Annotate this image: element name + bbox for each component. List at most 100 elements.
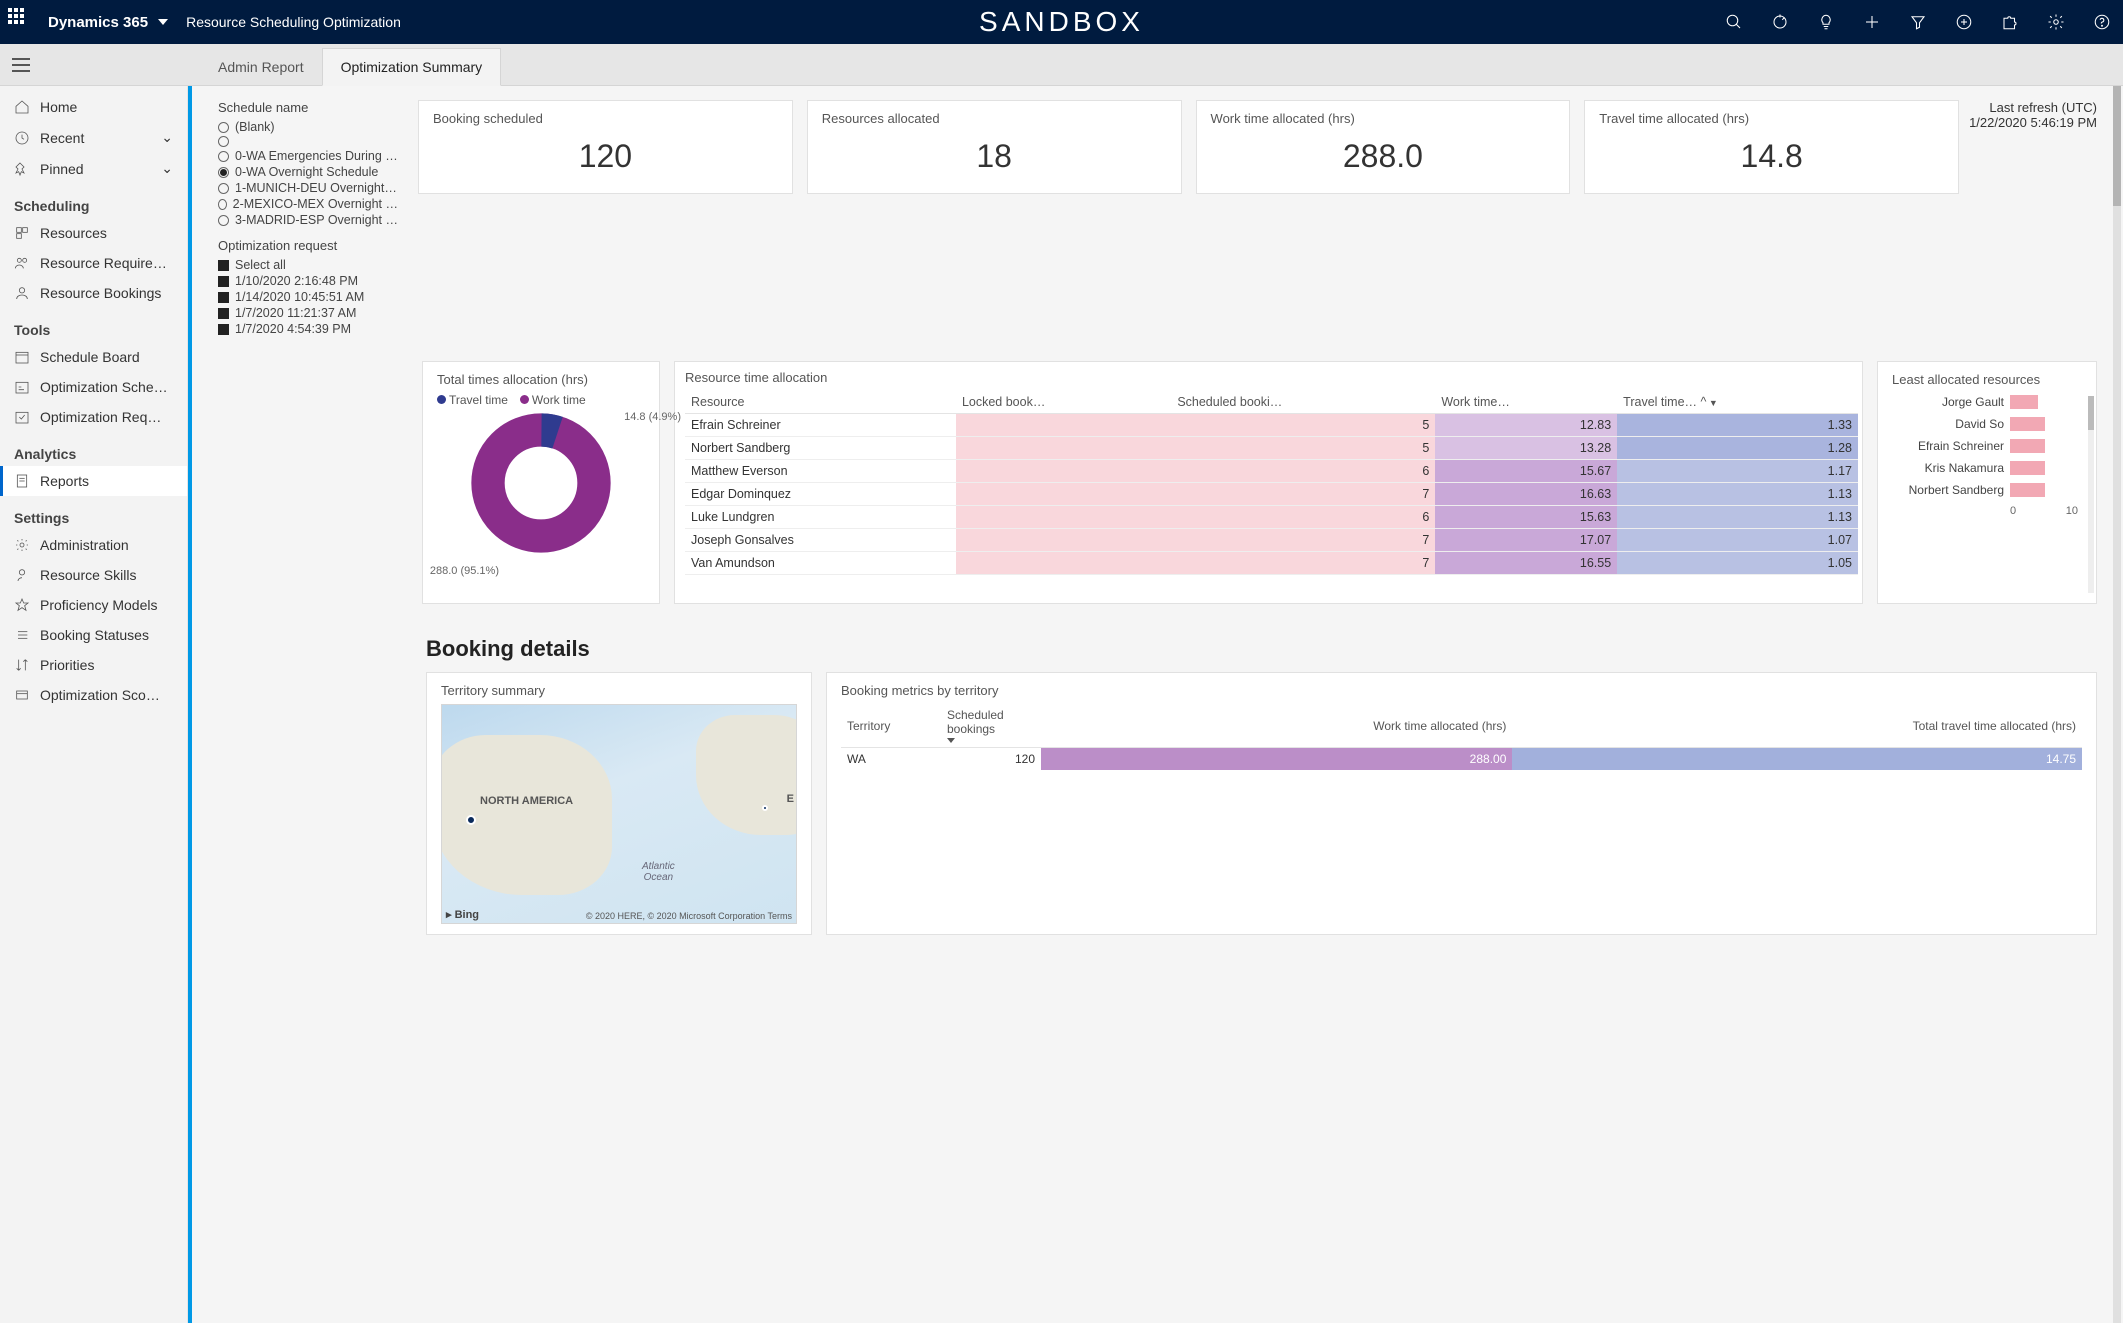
col-scheduled[interactable]: Scheduled booki… bbox=[1171, 391, 1435, 414]
kpi-work-time: Work time allocated (hrs) 288.0 bbox=[1196, 100, 1571, 194]
option-label: (Blank) bbox=[235, 120, 275, 134]
cell-locked bbox=[956, 460, 1171, 483]
donut-callout-work: 288.0 (95.1%) bbox=[419, 565, 499, 577]
cell-resource: Van Amundson bbox=[685, 552, 956, 575]
tab-admin-report[interactable]: Admin Report bbox=[200, 49, 322, 85]
sidebar-item-label: Reports bbox=[40, 473, 89, 489]
schedule-filter-option[interactable]: (Blank) bbox=[218, 119, 398, 135]
sidebar-toggle[interactable] bbox=[12, 44, 30, 86]
table-row[interactable]: Efrain Schreiner512.831.33 bbox=[685, 414, 1858, 437]
plus-circle-icon[interactable] bbox=[1955, 13, 1973, 31]
tab-optimization-summary[interactable]: Optimization Summary bbox=[322, 48, 502, 86]
target-icon[interactable] bbox=[1771, 13, 1789, 31]
search-icon[interactable] bbox=[1725, 13, 1743, 31]
brand-label[interactable]: Dynamics 365 bbox=[48, 14, 148, 31]
sidebar-item-administration[interactable]: Administration bbox=[0, 530, 187, 560]
filter-icon[interactable] bbox=[1909, 13, 1927, 31]
checkbox-icon bbox=[218, 324, 229, 335]
schedule-filter-option[interactable]: 2-MEXICO-MEX Overnight … bbox=[218, 196, 398, 212]
checkbox-icon bbox=[218, 276, 229, 287]
opt-request-filter-option[interactable]: 1/14/2020 10:45:51 AM bbox=[218, 289, 398, 305]
kpi-value: 14.8 bbox=[1599, 138, 1944, 175]
sidebar-item-label: Optimization Sco… bbox=[40, 687, 160, 703]
table-row[interactable]: Joseph Gonsalves717.071.07 bbox=[685, 529, 1858, 552]
sidebar-item-reports[interactable]: Reports bbox=[0, 466, 187, 496]
schedule-filter-option[interactable]: 1-MUNICH-DEU Overnight… bbox=[218, 180, 398, 196]
col-resource[interactable]: Resource bbox=[685, 391, 956, 414]
opt-request-filter-option[interactable]: 1/7/2020 11:21:37 AM bbox=[218, 305, 398, 321]
col-locked[interactable]: Locked book… bbox=[956, 391, 1171, 414]
schedule-filter-option[interactable]: 0-WA Emergencies During … bbox=[218, 148, 398, 164]
schedule-filter-option[interactable]: 0-WA Overnight Schedule bbox=[218, 164, 398, 180]
chevron-down-icon: ⌄ bbox=[161, 160, 173, 177]
chevron-down-icon: ⌄ bbox=[161, 129, 173, 146]
scrollbar[interactable] bbox=[2113, 86, 2121, 1323]
topbar-actions bbox=[1725, 13, 2115, 31]
table-row[interactable]: Edgar Dominquez716.631.13 bbox=[685, 483, 1858, 506]
bar bbox=[2010, 395, 2038, 409]
bar-label: Norbert Sandberg bbox=[1892, 483, 2004, 497]
sidebar-item-optimization-schedules[interactable]: Optimization Sche… bbox=[0, 372, 187, 402]
table-row[interactable]: Van Amundson716.551.05 bbox=[685, 552, 1858, 575]
sidebar-item-schedule-board[interactable]: Schedule Board bbox=[0, 342, 187, 372]
map[interactable]: NORTH AMERICA E Atlantic Ocean ▸ Bing © … bbox=[441, 704, 797, 924]
section-booking-details: Booking details bbox=[426, 636, 2097, 662]
chart-total-times-allocation: Total times allocation (hrs) Travel time… bbox=[422, 361, 660, 604]
app-launcher-icon[interactable] bbox=[8, 8, 36, 36]
table-row[interactable]: Luke Lundgren615.631.13 bbox=[685, 506, 1858, 529]
gear-icon[interactable] bbox=[2047, 13, 2065, 31]
sidebar-item-home[interactable]: Home bbox=[0, 92, 187, 122]
sidebar-item-resources[interactable]: Resources bbox=[0, 218, 187, 248]
kpi-label: Work time allocated (hrs) bbox=[1211, 111, 1556, 126]
chevron-down-icon[interactable] bbox=[158, 19, 168, 25]
sidebar-item-resource-requirements[interactable]: Resource Require… bbox=[0, 248, 187, 278]
scrollbar[interactable] bbox=[2088, 396, 2094, 593]
cell-locked bbox=[956, 414, 1171, 437]
table-row[interactable]: Matthew Everson615.671.17 bbox=[685, 460, 1858, 483]
opt-request-filter-option[interactable]: 1/10/2020 2:16:48 PM bbox=[218, 273, 398, 289]
sidebar-item-resource-bookings[interactable]: Resource Bookings bbox=[0, 278, 187, 308]
bar-row: Efrain Schreiner bbox=[1892, 439, 2082, 453]
chart-title: Total times allocation (hrs) bbox=[437, 372, 645, 387]
sidebar-item-optimization-requests[interactable]: Optimization Req… bbox=[0, 402, 187, 432]
schedule-filter-option[interactable] bbox=[218, 135, 398, 148]
sidebar-section-settings: Settings bbox=[0, 496, 187, 530]
schedule-icon bbox=[14, 379, 30, 395]
filter-schedule-name: Schedule name (Blank)0-WA Emergencies Du… bbox=[218, 100, 408, 337]
puzzle-icon[interactable] bbox=[2001, 13, 2019, 31]
col-work-hrs[interactable]: Work time allocated (hrs) bbox=[1041, 704, 1512, 748]
col-work[interactable]: Work time… bbox=[1435, 391, 1617, 414]
sidebar-item-optimization-scopes[interactable]: Optimization Sco… bbox=[0, 680, 187, 710]
col-territory[interactable]: Territory bbox=[841, 704, 941, 748]
col-travel-hrs[interactable]: Total travel time allocated (hrs) bbox=[1512, 704, 2082, 748]
map-pin[interactable] bbox=[466, 815, 476, 825]
resources-icon bbox=[14, 225, 30, 241]
plus-icon[interactable] bbox=[1863, 13, 1881, 31]
col-travel[interactable]: Travel time… ^ bbox=[1617, 391, 1858, 414]
opt-request-filter-option[interactable]: 1/7/2020 4:54:39 PM bbox=[218, 321, 398, 337]
sidebar-item-booking-statuses[interactable]: Booking Statuses bbox=[0, 620, 187, 650]
kpi-booking-scheduled: Booking scheduled 120 bbox=[418, 100, 793, 194]
sidebar-item-proficiency-models[interactable]: Proficiency Models bbox=[0, 590, 187, 620]
last-refresh-label: Last refresh (UTC) bbox=[1969, 100, 2097, 115]
radio-icon bbox=[218, 167, 229, 178]
help-icon[interactable] bbox=[2093, 13, 2111, 31]
map-pin[interactable] bbox=[762, 805, 768, 811]
schedule-filter-option[interactable]: 3-MADRID-ESP Overnight … bbox=[218, 212, 398, 228]
sidebar-item-pinned[interactable]: Pinned ⌄ bbox=[0, 153, 187, 184]
opt-request-filter-option[interactable]: Select all bbox=[218, 257, 398, 273]
col-scheduled-bookings[interactable]: Scheduled bookings bbox=[941, 704, 1041, 748]
table-row[interactable]: Norbert Sandberg513.281.28 bbox=[685, 437, 1858, 460]
bulb-icon[interactable] bbox=[1817, 13, 1835, 31]
cell-work: 15.67 bbox=[1435, 460, 1617, 483]
sidebar-item-resource-skills[interactable]: Resource Skills bbox=[0, 560, 187, 590]
radio-icon bbox=[218, 215, 229, 226]
sidebar-item-priorities[interactable]: Priorities bbox=[0, 650, 187, 680]
table-row[interactable]: WA 120 288.00 14.75 bbox=[841, 748, 2082, 771]
cell-resource: Edgar Dominquez bbox=[685, 483, 956, 506]
axis-tick: 0 bbox=[2010, 505, 2016, 517]
sidebar-item-recent[interactable]: Recent ⌄ bbox=[0, 122, 187, 153]
bar-label: Efrain Schreiner bbox=[1892, 439, 2004, 453]
sidebar: Home Recent ⌄ Pinned ⌄ Scheduling Resour… bbox=[0, 86, 188, 1323]
cell-territory: WA bbox=[841, 748, 941, 771]
